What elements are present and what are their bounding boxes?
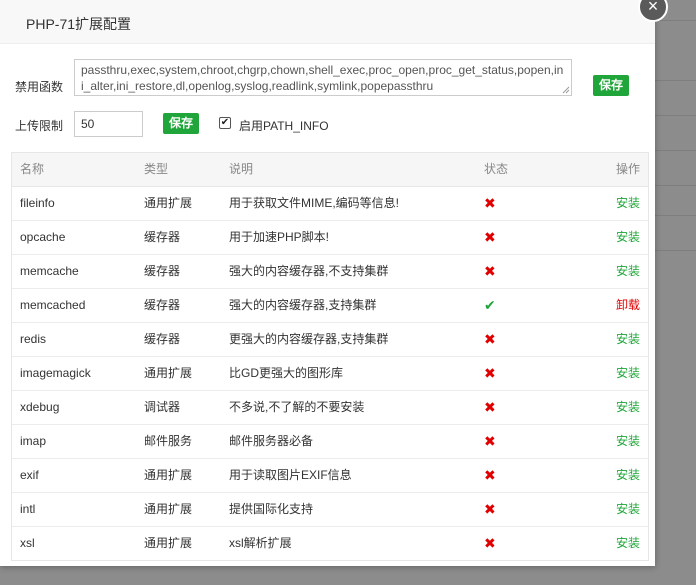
table-row: imagemagick 通用扩展 比GD更强大的图形库 ✖ 安装: [12, 357, 648, 391]
header-type: 类型: [144, 162, 169, 176]
install-link[interactable]: 安装: [616, 221, 640, 254]
save-upload-limit-button[interactable]: 保存: [163, 113, 199, 134]
table-row: opcache 缓存器 用于加速PHP脚本! ✖ 安装: [12, 221, 648, 255]
table-body: fileinfo 通用扩展 用于获取文件MIME,编码等信息! ✖ 安装 opcache 缓…: [12, 187, 648, 560]
extension-desc: 强大的内容缓存器,不支持集群: [229, 264, 389, 278]
extension-desc: 不多说,不了解的不要安装: [229, 400, 365, 414]
status-cross-icon: ✖: [484, 399, 496, 415]
table-row: exif 通用扩展 用于读取图片EXIF信息 ✖ 安装: [12, 459, 648, 493]
extension-desc: 用于获取文件MIME,编码等信息!: [229, 196, 399, 210]
extension-desc: 提供国际化支持: [229, 502, 314, 516]
install-link[interactable]: 安装: [616, 493, 640, 526]
extension-name: memcached: [20, 298, 86, 312]
status-cross-icon: ✖: [484, 365, 496, 381]
table-row: xdebug 调试器 不多说,不了解的不要安装 ✖ 安装: [12, 391, 648, 425]
install-link[interactable]: 安装: [616, 459, 640, 492]
header-name: 名称: [20, 162, 45, 176]
path-info-label: 启用PATH_INFO: [239, 119, 329, 133]
disable-functions-value: passthru,exec,system,chroot,chgrp,chown,…: [81, 63, 564, 93]
install-link[interactable]: 安装: [616, 323, 640, 356]
extension-type: 缓存器: [144, 332, 181, 346]
table-row: memcache 缓存器 强大的内容缓存器,不支持集群 ✖ 安装: [12, 255, 648, 289]
extension-name: memcache: [20, 264, 79, 278]
extension-name: opcache: [20, 230, 66, 244]
install-link[interactable]: 安装: [616, 187, 640, 220]
disable-functions-textarea[interactable]: passthru,exec,system,chroot,chgrp,chown,…: [74, 59, 572, 96]
status-cross-icon: ✖: [484, 501, 496, 517]
upload-limit-input[interactable]: 50: [74, 111, 143, 137]
extension-type: 缓存器: [144, 298, 181, 312]
extension-table: 名称 类型 说明 状态 操作 fileinfo 通用扩展 用于获取文件MIME,编码…: [11, 152, 649, 561]
extension-name: exif: [20, 468, 39, 482]
install-link[interactable]: 安装: [616, 357, 640, 390]
extension-type: 调试器: [144, 400, 181, 414]
extension-type: 缓存器: [144, 230, 181, 244]
header-status: 状态: [484, 162, 509, 176]
table-row: intl 通用扩展 提供国际化支持 ✖ 安装: [12, 493, 648, 527]
status-cross-icon: ✖: [484, 263, 496, 279]
table-row: xsl 通用扩展 xsl解析扩展 ✖ 安装: [12, 527, 648, 560]
extension-desc: 邮件服务器必备: [229, 434, 314, 448]
extension-type: 通用扩展: [144, 536, 193, 550]
install-link[interactable]: 安装: [616, 255, 640, 288]
install-link[interactable]: 安装: [616, 527, 640, 560]
table-row: imap 邮件服务 邮件服务器必备 ✖ 安装: [12, 425, 648, 459]
disable-functions-label: 禁用函数: [15, 80, 64, 94]
php-extension-modal: PHP-71扩展配置 × 禁用函数 passthru,exec,system,c…: [0, 0, 668, 566]
table-header: 名称 类型 说明 状态 操作: [12, 153, 648, 187]
extension-type: 缓存器: [144, 264, 181, 278]
extension-type: 通用扩展: [144, 468, 193, 482]
status-cross-icon: ✖: [484, 467, 496, 483]
extension-type: 通用扩展: [144, 502, 193, 516]
extension-desc: 更强大的内容缓存器,支持集群: [229, 332, 389, 346]
modal-title: PHP-71扩展配置: [0, 0, 655, 44]
extension-name: redis: [20, 332, 47, 346]
header-op: 操作: [615, 162, 640, 176]
install-link[interactable]: 安装: [616, 425, 640, 458]
install-link[interactable]: 安装: [616, 391, 640, 424]
extension-name: intl: [20, 502, 36, 516]
status-cross-icon: ✖: [484, 331, 496, 347]
table-row: memcached 缓存器 强大的内容缓存器,支持集群 ✔ 卸载: [12, 289, 648, 323]
extension-name: xdebug: [20, 400, 60, 414]
extension-name: imap: [20, 434, 47, 448]
extension-desc: 用于加速PHP脚本!: [229, 230, 330, 244]
extension-name: fileinfo: [20, 196, 55, 210]
uninstall-link[interactable]: 卸载: [616, 289, 640, 322]
extension-name: xsl: [20, 536, 35, 550]
extension-desc: 强大的内容缓存器,支持集群: [229, 298, 377, 312]
status-cross-icon: ✖: [484, 229, 496, 245]
resize-handle-icon[interactable]: [562, 86, 570, 94]
status-check-icon: ✔: [484, 297, 496, 313]
save-functions-button[interactable]: 保存: [593, 75, 629, 96]
extension-type: 通用扩展: [144, 366, 193, 380]
extension-type: 通用扩展: [144, 196, 193, 210]
table-row: redis 缓存器 更强大的内容缓存器,支持集群 ✖ 安装: [12, 323, 648, 357]
table-row: fileinfo 通用扩展 用于获取文件MIME,编码等信息! ✖ 安装: [12, 187, 648, 221]
extension-name: imagemagick: [20, 366, 91, 380]
extension-desc: 用于读取图片EXIF信息: [229, 468, 352, 482]
upload-limit-label: 上传限制: [15, 119, 64, 133]
extension-desc: 比GD更强大的图形库: [229, 366, 344, 380]
extension-type: 邮件服务: [144, 434, 193, 448]
header-desc: 说明: [229, 162, 254, 176]
status-cross-icon: ✖: [484, 433, 496, 449]
extension-desc: xsl解析扩展: [229, 536, 292, 550]
status-cross-icon: ✖: [484, 195, 496, 211]
path-info-checkbox[interactable]: ✔: [219, 117, 231, 129]
status-cross-icon: ✖: [484, 535, 496, 551]
